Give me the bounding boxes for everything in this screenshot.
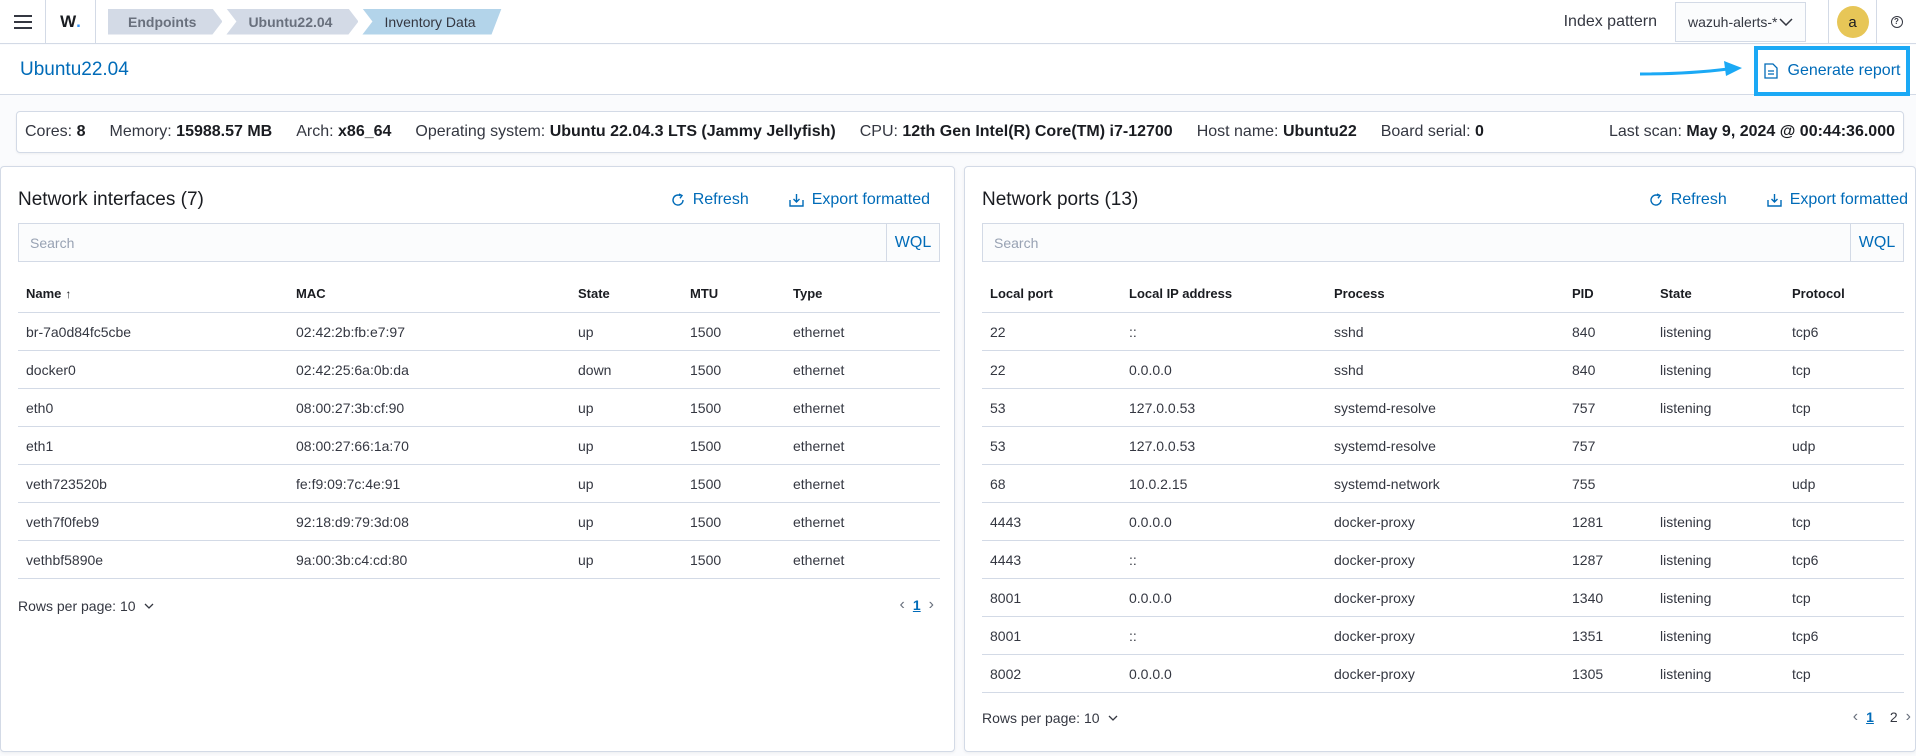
table-row[interactable]: vethbf5890e 9a:00:3b:c4:cd:80 up 1500 et… (18, 541, 940, 579)
agent-title-bar: Ubuntu22.04 (0, 45, 1916, 95)
export-formatted-button[interactable]: Export formatted (789, 191, 930, 209)
download-icon (789, 194, 804, 207)
refresh-icon (671, 193, 684, 206)
ports-table: Local port Local IP address Process PID … (982, 274, 1904, 693)
info-hostname: Host name: Ubuntu22 (1196, 123, 1357, 140)
chevron-down-icon (1108, 715, 1117, 721)
page-1-button[interactable]: 1 (913, 597, 921, 613)
column-header-local-ip[interactable]: Local IP address (1121, 286, 1326, 301)
table-header: Local port Local IP address Process PID … (982, 274, 1904, 313)
table-row[interactable]: veth723520b fe:f9:09:7c:4e:91 up 1500 et… (18, 465, 940, 503)
info-arch: Arch: x86_64 (296, 123, 392, 140)
table-row[interactable]: docker0 02:42:25:6a:0b:da down 1500 ethe… (18, 351, 940, 389)
help-button[interactable]: ? (1876, 0, 1916, 44)
table-row[interactable]: 22 :: sshd 840 listening tcp6 (982, 313, 1904, 351)
table-row[interactable]: br-7a0d84fc5cbe 02:42:2b:fb:e7:97 up 150… (18, 313, 940, 351)
breadcrumb: Endpoints Ubuntu22.04 Inventory Data (108, 9, 506, 35)
table-row[interactable]: veth7f0feb9 92:18:d9:79:3d:08 up 1500 et… (18, 503, 940, 541)
chevron-down-icon (1779, 18, 1793, 26)
table-row[interactable]: 53 127.0.0.53 systemd-resolve 757 listen… (982, 389, 1904, 427)
table-row[interactable]: eth0 08:00:27:3b:cf:90 up 1500 ethernet (18, 389, 940, 427)
menu-button[interactable] (0, 0, 46, 44)
info-memory: Memory: 15988.57 MB (109, 123, 273, 140)
table-row[interactable]: 68 10.0.2.15 systemd-network 755 udp (982, 465, 1904, 503)
rows-per-page-select[interactable]: Rows per page: 10 (982, 706, 1118, 730)
info-cpu: CPU: 12th Gen Intel(R) Core(TM) i7-12700 (859, 123, 1173, 140)
column-header-mac[interactable]: MAC (288, 286, 570, 301)
pagination: ‹ 1 › (900, 596, 934, 614)
table-row[interactable]: 8001 0.0.0.0 docker-proxy 1340 listening… (982, 579, 1904, 617)
refresh-button[interactable]: Refresh (1649, 191, 1727, 209)
arrow-annotation-icon (1639, 61, 1742, 76)
table-row[interactable]: 4443 0.0.0.0 docker-proxy 1281 listening… (982, 503, 1904, 541)
interfaces-table: Name ↑ MAC State MTU Type br-7a0d84fc5cbe… (18, 274, 940, 579)
breadcrumb-endpoints[interactable]: Endpoints (108, 9, 222, 35)
column-header-state[interactable]: State (570, 286, 682, 301)
table-row[interactable]: 4443 :: docker-proxy 1287 listening tcp6 (982, 541, 1904, 579)
search-input[interactable]: Search (19, 224, 886, 261)
wql-button[interactable]: WQL (886, 224, 939, 261)
avatar[interactable]: a (1836, 6, 1869, 38)
search-bar: Search WQL (982, 223, 1904, 262)
chevron-right-icon[interactable]: › (1906, 708, 1911, 726)
panel-title: Network ports (13) (982, 189, 1139, 210)
info-board-serial: Board serial: 0 (1380, 123, 1484, 140)
column-header-process[interactable]: Process (1326, 286, 1564, 301)
breadcrumb-inventory: Inventory Data (362, 9, 501, 35)
column-header-name[interactable]: Name ↑ (18, 286, 288, 301)
sort-ascending-icon: ↑ (65, 286, 72, 301)
table-body: 22 :: sshd 840 listening tcp6 22 0.0.0.0… (982, 313, 1904, 693)
table-body: br-7a0d84fc5cbe 02:42:2b:fb:e7:97 up 150… (18, 313, 940, 579)
generate-report-label: Generate report (1787, 62, 1901, 79)
agent-title[interactable]: Ubuntu22.04 (20, 59, 129, 81)
pagination: ‹ 1 2 › (1853, 708, 1911, 726)
search-bar: Search WQL (18, 223, 940, 262)
network-ports-panel: Network ports (13) Refresh Export format… (964, 166, 1916, 752)
index-pattern-value: wazuh-alerts-* (1688, 14, 1778, 30)
chevron-down-icon (144, 603, 153, 609)
chevron-left-icon[interactable]: ‹ (900, 596, 905, 614)
table-row[interactable]: 8002 0.0.0.0 docker-proxy 1305 listening… (982, 655, 1904, 693)
index-pattern-label: Index pattern (1563, 13, 1657, 30)
app-logo[interactable]: W. (46, 0, 96, 44)
column-header-pid[interactable]: PID (1564, 286, 1652, 301)
help-icon: ? (1890, 16, 1903, 28)
table-header: Name ↑ MAC State MTU Type (18, 274, 940, 313)
agent-info-bar: Cores: 8 Memory: 15988.57 MB Arch: x86_6… (16, 111, 1904, 153)
top-header: W. Endpoints Ubuntu22.04 Inventory Data … (0, 0, 1916, 44)
table-row[interactable]: 22 0.0.0.0 sshd 840 listening tcp (982, 351, 1904, 389)
export-formatted-button[interactable]: Export formatted (1767, 191, 1908, 209)
hamburger-icon (13, 13, 32, 31)
chevron-left-icon[interactable]: ‹ (1853, 708, 1858, 726)
chevron-right-icon[interactable]: › (929, 596, 934, 614)
wql-button[interactable]: WQL (1850, 224, 1903, 261)
search-input[interactable]: Search (983, 224, 1850, 261)
column-header-protocol[interactable]: Protocol (1784, 286, 1904, 301)
generate-report-button[interactable]: Generate report (1754, 46, 1910, 96)
column-header-type[interactable]: Type (785, 286, 940, 301)
page-1-button[interactable]: 1 (1866, 709, 1874, 725)
column-header-mtu[interactable]: MTU (682, 286, 785, 301)
download-icon (1767, 194, 1782, 207)
info-cores: Cores: 8 (25, 123, 86, 140)
table-row[interactable]: 8001 :: docker-proxy 1351 listening tcp6 (982, 617, 1904, 655)
column-header-local-port[interactable]: Local port (982, 286, 1121, 301)
column-header-state[interactable]: State (1652, 286, 1784, 301)
info-os: Operating system: Ubuntu 22.04.3 LTS (Ja… (415, 123, 836, 140)
index-pattern-select[interactable]: wazuh-alerts-* (1675, 2, 1806, 42)
table-row[interactable]: eth1 08:00:27:66:1a:70 up 1500 ethernet (18, 427, 940, 465)
refresh-icon (1649, 193, 1662, 206)
network-interfaces-panel: Network interfaces (7) Refresh Export fo… (0, 166, 955, 752)
breadcrumb-agent[interactable]: Ubuntu22.04 (226, 9, 358, 35)
info-last-scan: Last scan: May 9, 2024 @ 00:44:36.000 (1608, 123, 1895, 140)
panel-title: Network interfaces (7) (18, 189, 204, 210)
page-2-button[interactable]: 2 (1890, 709, 1898, 725)
table-row[interactable]: 53 127.0.0.53 systemd-resolve 757 udp (982, 427, 1904, 465)
refresh-button[interactable]: Refresh (671, 191, 749, 209)
rows-per-page-select[interactable]: Rows per page: 10 (18, 594, 154, 618)
document-icon (1763, 63, 1778, 79)
